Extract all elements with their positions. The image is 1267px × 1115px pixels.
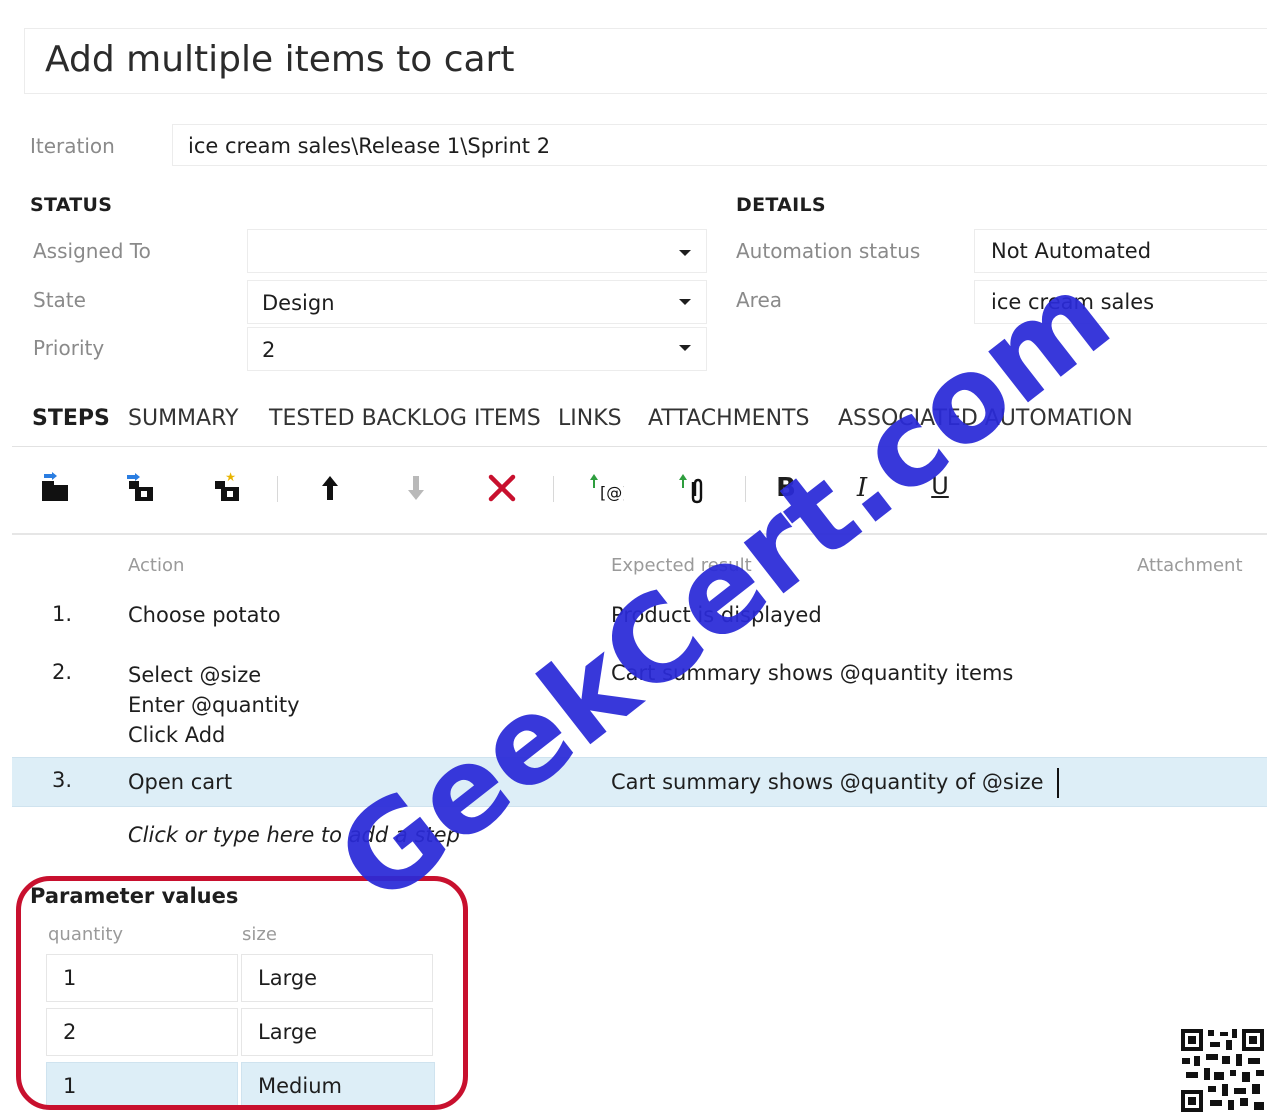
tab-steps[interactable]: STEPS: [32, 406, 110, 431]
details-heading: DETAILS: [736, 194, 826, 216]
automation-status-value: Not Automated: [991, 239, 1152, 263]
state-dropdown[interactable]: Design: [247, 280, 707, 324]
automation-status-label: Automation status: [736, 239, 921, 263]
toolbar-separator: [745, 476, 746, 502]
tab-links[interactable]: LINKS: [558, 406, 622, 431]
toolbar-separator: [277, 476, 278, 502]
step-number: 1.: [52, 602, 73, 626]
toolbar-separator: [553, 476, 554, 502]
move-down-icon[interactable]: [398, 470, 434, 506]
step-expected-result[interactable]: Cart summary shows @quantity items: [611, 658, 1013, 688]
step-action-line[interactable]: Enter @quantity: [128, 690, 300, 720]
area-label: Area: [736, 288, 783, 312]
step-action[interactable]: Open cart: [128, 767, 232, 797]
step-action[interactable]: Choose potato: [128, 600, 281, 630]
page-title[interactable]: Add multiple items to cart: [45, 39, 514, 80]
tab-associated-automation[interactable]: ASSOCIATED AUTOMATION: [838, 406, 1133, 431]
svg-text:[@]: [@]: [600, 483, 624, 502]
tab-attachments[interactable]: ATTACHMENTS: [648, 406, 809, 431]
bold-icon[interactable]: B: [768, 470, 804, 506]
iteration-field[interactable]: ice cream sales\Release 1\Sprint 2: [172, 124, 1267, 166]
attachment-column-header: Attachment: [1137, 555, 1243, 576]
step-number: 2.: [52, 660, 73, 684]
insert-parameter-icon[interactable]: [@]: [588, 470, 624, 506]
delete-step-icon[interactable]: [484, 470, 520, 506]
state-value: Design: [262, 291, 335, 315]
table-row[interactable]: 1. Choose potato Product is displayed: [12, 596, 1267, 640]
tab-summary[interactable]: SUMMARY: [128, 406, 238, 431]
step-expected-result[interactable]: Product is displayed: [611, 600, 822, 630]
priority-dropdown[interactable]: 2: [247, 327, 707, 371]
action-column-header: Action: [128, 555, 185, 576]
add-step-input[interactable]: Click or type here to add a step: [128, 823, 460, 847]
highlight-ring: [16, 876, 468, 1110]
text-cursor: [1057, 768, 1059, 798]
move-up-icon[interactable]: [312, 470, 348, 506]
insert-step-icon[interactable]: [37, 470, 73, 506]
priority-value: 2: [262, 338, 276, 362]
area-field[interactable]: ice cream sales: [974, 280, 1267, 324]
italic-icon[interactable]: I: [844, 470, 880, 506]
chevron-down-icon[interactable]: [679, 345, 691, 351]
iteration-value: ice cream sales\Release 1\Sprint 2: [188, 134, 551, 158]
automation-status-field[interactable]: Not Automated: [974, 229, 1267, 273]
area-value: ice cream sales: [991, 290, 1155, 314]
step-action-line[interactable]: Select @size: [128, 660, 261, 690]
priority-label: Priority: [33, 336, 105, 360]
assigned-to-label: Assigned To: [33, 239, 151, 263]
tabs-divider: [12, 446, 1267, 447]
chevron-down-icon[interactable]: [679, 250, 691, 256]
insert-shared-steps-icon[interactable]: [122, 470, 158, 506]
table-row[interactable]: 2. Select @size Enter @quantity Click Ad…: [12, 652, 1267, 752]
step-number: 3.: [52, 768, 73, 792]
add-attachment-icon[interactable]: [674, 470, 710, 506]
underline-icon[interactable]: U: [922, 468, 958, 504]
assigned-to-dropdown[interactable]: [247, 229, 707, 273]
iteration-label: Iteration: [30, 134, 115, 158]
step-expected-result[interactable]: Cart summary shows @quantity of @size: [611, 767, 1044, 797]
status-heading: STATUS: [30, 194, 113, 216]
toolbar-divider: [12, 533, 1267, 535]
table-row-selected[interactable]: 3. Open cart Cart summary shows @quantit…: [12, 757, 1267, 807]
title-box[interactable]: Add multiple items to cart: [24, 28, 1267, 94]
step-action-line[interactable]: Click Add: [128, 720, 225, 750]
qr-code-icon: [1178, 1026, 1267, 1115]
tab-tested-backlog-items[interactable]: TESTED BACKLOG ITEMS: [269, 406, 541, 431]
chevron-down-icon[interactable]: [679, 299, 691, 305]
state-label: State: [33, 288, 86, 312]
create-shared-steps-icon[interactable]: [208, 470, 244, 506]
expected-result-column-header: Expected result: [611, 555, 752, 576]
